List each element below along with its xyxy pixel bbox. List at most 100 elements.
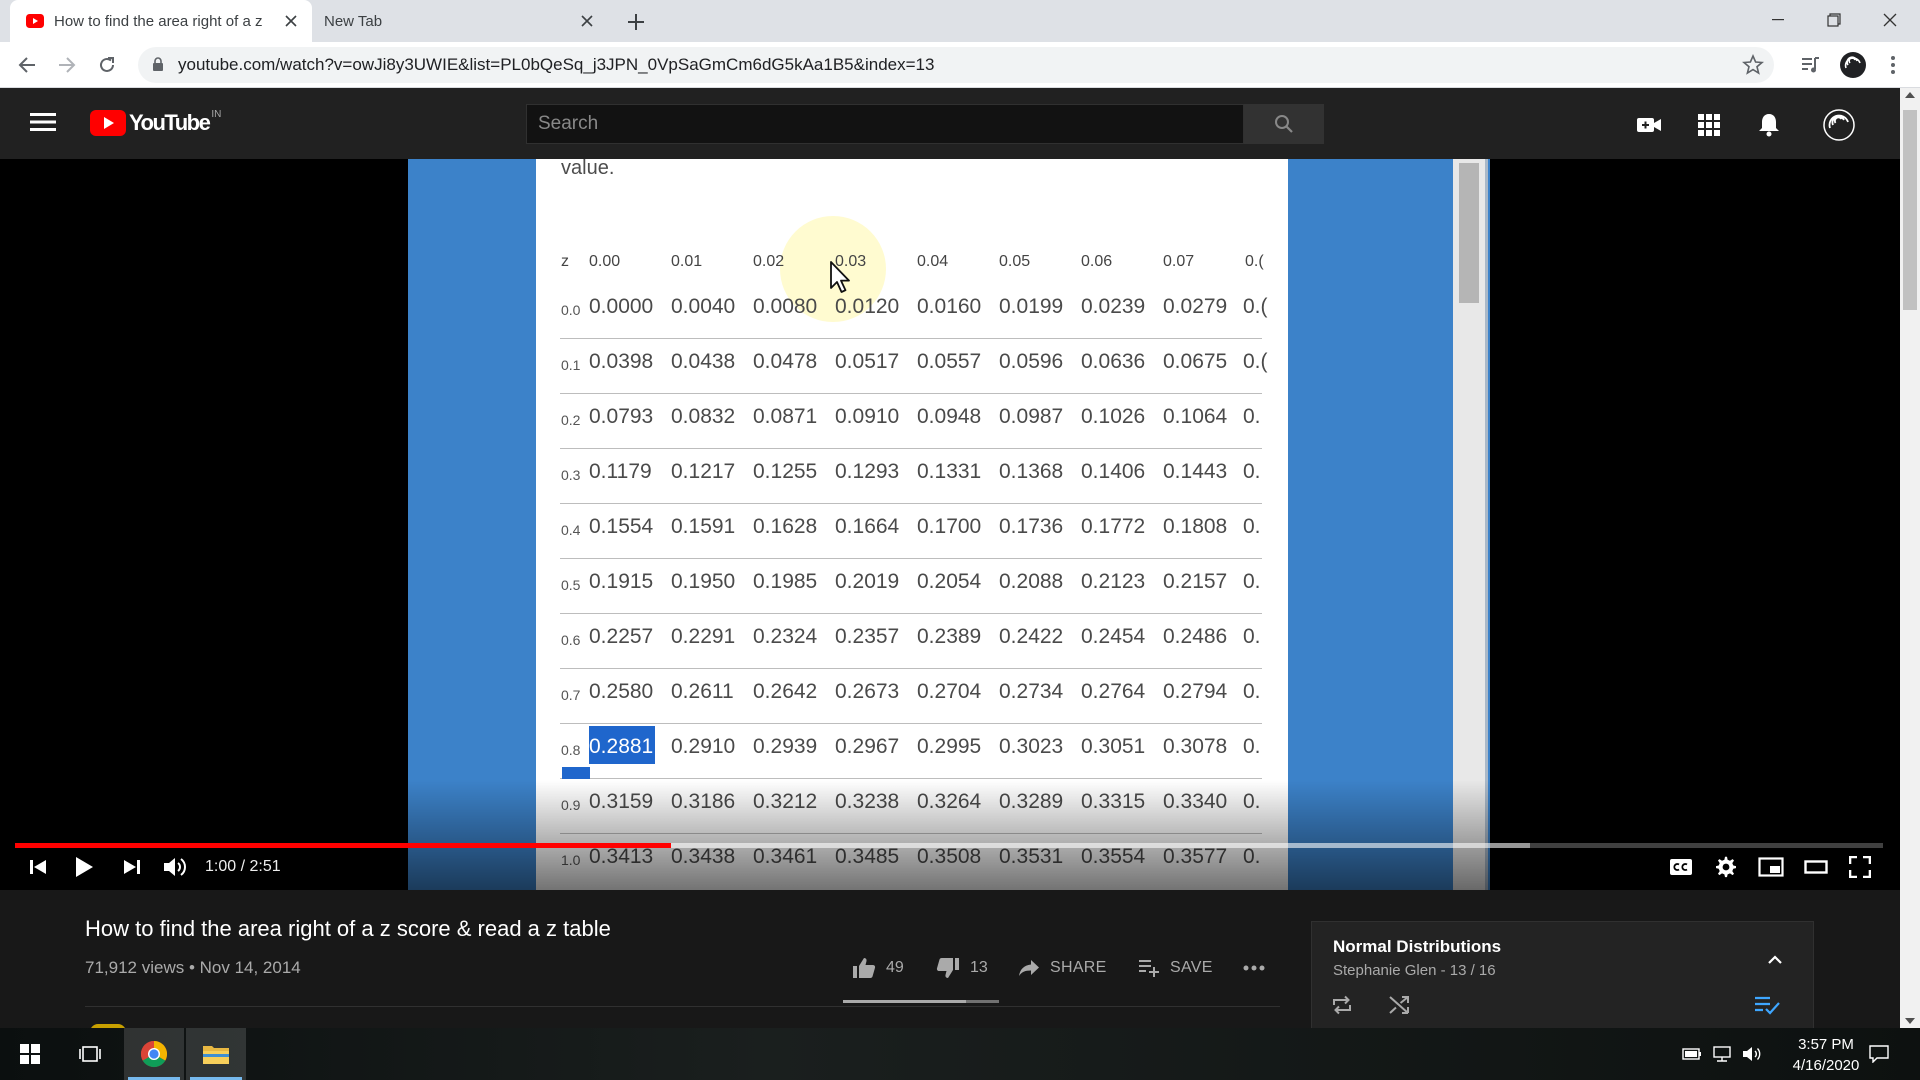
z-row-label: 0.0 [561, 302, 581, 318]
z-table-cell-truncated: 0.( [1243, 295, 1268, 318]
file-explorer-icon[interactable] [186, 1028, 246, 1080]
profile-avatar-icon[interactable] [1838, 50, 1868, 80]
account-avatar-icon[interactable] [1822, 108, 1856, 142]
close-window-icon[interactable] [1862, 0, 1918, 40]
z-table-cell: 0.1368 [999, 460, 1064, 483]
lock-icon [153, 57, 163, 71]
loop-playlist-icon[interactable] [1327, 990, 1357, 1020]
settings-gear-icon[interactable] [1708, 849, 1744, 885]
volume-icon[interactable] [158, 849, 194, 885]
media-controls-icon[interactable] [1796, 50, 1826, 80]
z-table-header: 0.07 [1163, 253, 1195, 270]
z-table-cell: 0.1772 [1081, 515, 1146, 538]
video-views-date: 71,912 views • Nov 14, 2014 [85, 958, 301, 977]
search-button[interactable] [1244, 104, 1324, 144]
task-view-icon[interactable] [60, 1028, 120, 1080]
progress-bar[interactable] [15, 843, 1883, 848]
scroll-up-arrow-icon[interactable] [1905, 92, 1915, 98]
z-table-cell: 0.2734 [999, 680, 1064, 703]
playlist-panel: Normal Distributions Stephanie Glen - 13… [1311, 921, 1814, 1041]
dislike-button[interactable]: 13 [936, 952, 988, 984]
page-scroll-thumb[interactable] [1903, 110, 1917, 310]
save-button[interactable]: SAVE [1138, 952, 1213, 984]
z-table-cell-truncated: 0. [1243, 460, 1261, 483]
speaker-icon[interactable] [1740, 1044, 1764, 1064]
minimize-icon[interactable] [1750, 0, 1806, 40]
close-tab-icon[interactable] [278, 8, 304, 34]
network-icon[interactable] [1710, 1044, 1734, 1064]
playlist-title[interactable]: Normal Distributions [1333, 937, 1501, 957]
z-table-cell: 0.1915 [589, 570, 654, 593]
scroll-down-arrow-icon[interactable] [1905, 1018, 1915, 1024]
new-tab-plus-icon[interactable] [622, 8, 650, 36]
youtube-masthead: YouTube IN [0, 88, 1900, 159]
back-arrow-icon[interactable] [12, 50, 42, 80]
z-table-cell: 0.0793 [589, 405, 654, 428]
collapse-chevron-up-icon[interactable] [1760, 944, 1790, 974]
fullscreen-icon[interactable] [1842, 849, 1878, 885]
z-table-cell: 0.0871 [753, 405, 818, 428]
bookmark-star-icon[interactable] [1742, 54, 1764, 76]
sentiment-likes [843, 1000, 967, 1003]
z-row-label: 0.4 [561, 522, 581, 538]
tab-youtube-video[interactable]: How to find the area right of a z [10, 0, 312, 42]
apps-grid-icon[interactable] [1692, 108, 1726, 142]
z-table-cell: 0.0239 [1081, 295, 1146, 318]
z-table-cell: 0.2967 [835, 735, 900, 758]
z-table-cell: 0.0557 [917, 350, 982, 373]
page-scrollbar[interactable] [1900, 88, 1920, 1028]
more-actions-icon[interactable] [1243, 952, 1265, 984]
like-button[interactable]: 49 [852, 952, 904, 984]
z-table-cell: 0.2157 [1163, 570, 1228, 593]
play-icon[interactable] [66, 849, 102, 885]
z-table-cell: 0.2054 [917, 570, 982, 593]
forward-arrow-icon[interactable] [52, 50, 82, 80]
shuffle-icon[interactable] [1384, 990, 1414, 1020]
miniplayer-icon[interactable] [1753, 849, 1789, 885]
share-button[interactable]: SHARE [1018, 952, 1107, 984]
notifications-bell-icon[interactable] [1752, 108, 1786, 142]
chrome-taskbar-icon[interactable] [124, 1028, 184, 1080]
z-table-cell: 0.0438 [671, 350, 736, 373]
address-bar[interactable]: youtube.com/watch?v=owJi8y3UWIE&list=PL0… [138, 47, 1774, 83]
z-row-label: 0.8 [561, 742, 581, 758]
hamburger-menu-icon[interactable] [30, 112, 60, 136]
z-table-cell-truncated: 0. [1243, 735, 1261, 758]
search-input[interactable] [527, 105, 1138, 143]
z-table-cell: 0.0279 [1163, 295, 1228, 318]
create-video-icon[interactable] [1632, 108, 1666, 142]
z-table-cell: 0.0987 [999, 405, 1064, 428]
z-table-cell: 0.0199 [999, 295, 1064, 318]
z-table-cell: 0.2454 [1081, 625, 1146, 648]
z-table-cell: 0.0000 [589, 295, 654, 318]
z-table-cell: 0.0517 [835, 350, 900, 373]
save-playlist-icon[interactable] [1752, 990, 1782, 1020]
start-windows-icon[interactable] [0, 1028, 60, 1080]
next-icon[interactable] [114, 849, 150, 885]
z-table-header: 0.02 [753, 253, 785, 270]
search-icon [1275, 115, 1293, 133]
url-text: youtube.com/watch?v=owJi8y3UWIE&list=PL0… [178, 55, 935, 74]
close-tab-icon[interactable] [574, 8, 600, 34]
subtitles-cc-icon[interactable] [1663, 849, 1699, 885]
z-table-row-divider [560, 448, 1262, 449]
browser-menu-icon[interactable] [1878, 50, 1908, 80]
z-table-cell: 0.2995 [917, 735, 982, 758]
z-table-cell: 0.3023 [999, 735, 1064, 758]
z-table-cell: 0.1217 [671, 460, 736, 483]
restore-icon[interactable] [1806, 0, 1862, 40]
action-center-icon[interactable] [1864, 1044, 1894, 1064]
z-table-cell: 0.2291 [671, 625, 736, 648]
previous-icon[interactable] [20, 849, 56, 885]
theater-mode-icon[interactable] [1798, 849, 1834, 885]
video-player[interactable]: value. z 0.00 0.01 0.02 0.03 0.04 0.05 0.06 0.07… [0, 159, 1900, 890]
youtube-logo[interactable]: YouTube IN [90, 109, 221, 136]
z-table-row-divider [560, 338, 1262, 339]
battery-icon[interactable] [1680, 1044, 1704, 1064]
tab-new-tab[interactable]: New Tab [312, 0, 608, 42]
z-table-cell: 0.1293 [835, 460, 900, 483]
tab-title: How to find the area right of a z [54, 12, 263, 30]
z-table-cell: 0.1554 [589, 515, 654, 538]
played-bar [15, 843, 671, 848]
reload-icon[interactable] [92, 50, 122, 80]
